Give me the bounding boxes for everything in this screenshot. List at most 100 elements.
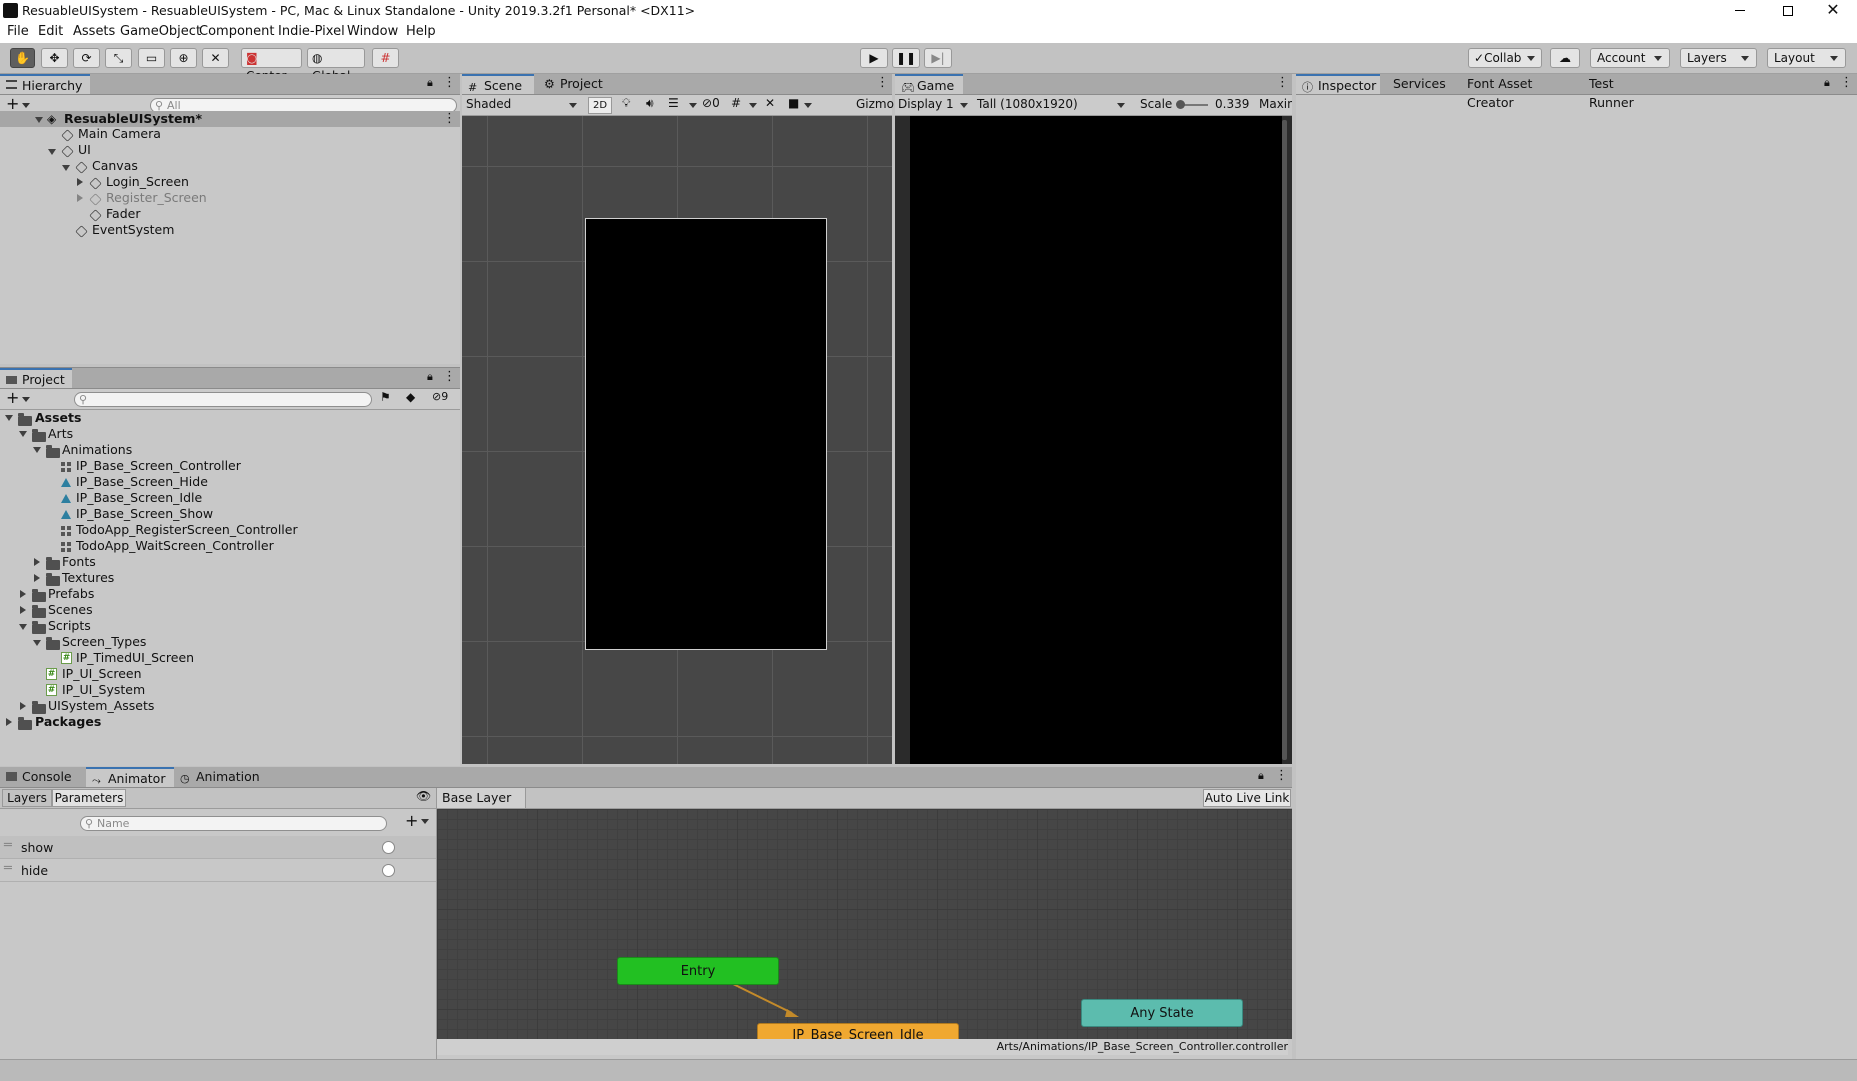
project-item-file[interactable]: IP_UI_System xyxy=(62,682,145,698)
tab-animation[interactable]: ◷ Animation xyxy=(174,767,264,787)
menu-gameobject[interactable]: GameObject xyxy=(120,24,201,39)
project-item-file[interactable]: TodoApp_WaitScreen_Controller xyxy=(76,538,274,554)
move-tool-button[interactable]: ✥ xyxy=(41,48,68,68)
menu-window[interactable]: Window xyxy=(347,24,398,39)
collapse-arrow-icon[interactable] xyxy=(34,574,40,582)
lock-icon[interactable]: 🔒︎ xyxy=(1258,769,1264,783)
rect-tool-button[interactable]: ▭ xyxy=(138,48,165,68)
tab-services[interactable]: Services xyxy=(1385,74,1455,94)
resolution-dropdown[interactable]: Tall (1080x1920) xyxy=(977,97,1129,111)
audio-icon[interactable]: 🔊︎ xyxy=(646,96,654,111)
project-item-file[interactable]: TodoApp_RegisterScreen_Controller xyxy=(76,522,298,538)
pivot-center-button[interactable]: ◙ Center xyxy=(241,48,302,83)
project-item-file[interactable]: IP_UI_Screen xyxy=(62,666,142,682)
grid-toggle-icon[interactable]: # xyxy=(731,96,741,110)
tab-game[interactable]: 🎮︎ Game xyxy=(895,74,963,94)
default-state-node[interactable]: IP_Base_Screen_Idle xyxy=(757,1023,959,1039)
hierarchy-item-login-screen[interactable]: Login_Screen xyxy=(106,174,189,190)
project-item-prefabs[interactable]: Prefabs xyxy=(48,586,94,602)
project-item-arts[interactable]: Arts xyxy=(48,426,73,442)
chevron-down-icon[interactable] xyxy=(689,103,697,108)
tab-scene[interactable]: # Scene xyxy=(462,74,534,94)
project-item-screen-types[interactable]: Screen_Types xyxy=(62,634,146,650)
hierarchy-item-canvas[interactable]: Canvas xyxy=(92,158,138,174)
account-dropdown[interactable]: Account xyxy=(1590,48,1670,68)
animator-graph[interactable]: Entry IP_Base_Screen_Idle Any State xyxy=(437,809,1292,1039)
hierarchy-item-ui[interactable]: UI xyxy=(78,142,91,158)
restore-button[interactable] xyxy=(1772,0,1802,22)
close-button[interactable]: ✕ xyxy=(1818,0,1848,22)
parameter-row[interactable]: ═ show xyxy=(0,836,436,859)
transform-tool-button[interactable]: ⊕ xyxy=(170,48,197,68)
breadcrumb-base-layer[interactable]: Base Layer xyxy=(437,788,527,808)
gizmos-dropdown[interactable]: Gizmo xyxy=(856,97,894,111)
menu-assets[interactable]: Assets xyxy=(73,24,115,39)
scene-menu-icon[interactable]: ⋮ xyxy=(443,111,456,126)
maximize-on-play-button[interactable]: Maxin xyxy=(1259,97,1292,111)
expand-arrow-icon[interactable] xyxy=(48,149,56,155)
hierarchy-item-main-camera[interactable]: Main Camera xyxy=(78,126,161,142)
parameter-name[interactable]: hide xyxy=(21,863,48,878)
menu-edit[interactable]: Edit xyxy=(38,24,63,39)
pause-button[interactable]: ❚❚ xyxy=(892,48,920,68)
expand-arrow-icon[interactable] xyxy=(19,624,27,630)
entry-node[interactable]: Entry xyxy=(617,957,779,985)
hierarchy-item-eventsystem[interactable]: EventSystem xyxy=(92,222,174,238)
global-space-button[interactable]: ◍ Global xyxy=(307,48,365,83)
collapse-arrow-icon[interactable] xyxy=(77,178,83,186)
scale-tool-button[interactable]: ⤡ xyxy=(105,48,132,68)
project-item-file[interactable]: IP_TimedUI_Screen xyxy=(76,650,194,666)
canvas-rect[interactable] xyxy=(585,218,827,650)
filter-label-icon[interactable]: ◆ xyxy=(406,390,415,404)
project-item-file[interactable]: IP_Base_Screen_Hide xyxy=(76,474,208,490)
drag-handle-icon[interactable]: ═ xyxy=(4,861,12,876)
menu-help[interactable]: Help xyxy=(406,24,436,39)
game-viewport[interactable] xyxy=(910,116,1282,764)
any-state-node[interactable]: Any State xyxy=(1081,999,1243,1027)
expand-arrow-icon[interactable] xyxy=(5,415,13,421)
lock-icon[interactable]: 🔒︎ xyxy=(427,76,433,90)
project-item-file[interactable]: IP_Base_Screen_Show xyxy=(76,506,213,522)
project-item-textures[interactable]: Textures xyxy=(62,570,114,586)
tab-parameters[interactable]: Parameters xyxy=(52,789,126,807)
layout-dropdown[interactable]: Layout xyxy=(1767,48,1846,68)
trigger-radio[interactable] xyxy=(382,864,395,877)
scale-slider[interactable] xyxy=(1176,100,1208,109)
rotate-tool-button[interactable]: ⟳ xyxy=(73,48,100,68)
expand-arrow-icon[interactable] xyxy=(35,117,43,123)
camera-icon[interactable]: ■ xyxy=(788,96,799,110)
chevron-down-icon[interactable] xyxy=(22,397,30,402)
tab-test-runner[interactable]: Test Runner xyxy=(1581,74,1666,110)
layers-dropdown[interactable]: Layers xyxy=(1680,48,1757,68)
tab-hierarchy[interactable]: Hierarchy xyxy=(0,74,90,94)
play-button[interactable]: ▶ xyxy=(860,48,888,68)
drag-handle-icon[interactable]: ═ xyxy=(4,838,12,853)
cloud-button[interactable]: ☁ xyxy=(1550,48,1580,68)
collapse-arrow-icon[interactable] xyxy=(6,718,12,726)
project-item-file[interactable]: IP_Base_Screen_Controller xyxy=(76,458,241,474)
tab-console[interactable]: Console xyxy=(0,767,82,787)
collapse-arrow-icon[interactable] xyxy=(34,558,40,566)
minimize-button[interactable] xyxy=(1725,0,1755,22)
kebab-menu-icon[interactable]: ⋮ xyxy=(876,75,889,90)
auto-live-link-button[interactable]: Auto Live Link xyxy=(1203,789,1291,807)
toggle-2d-button[interactable]: 2D xyxy=(588,97,612,114)
kebab-menu-icon[interactable]: ⋮ xyxy=(1276,75,1289,90)
project-item-fonts[interactable]: Fonts xyxy=(62,554,96,570)
tab-inspector[interactable]: ⓘ Inspector xyxy=(1296,74,1380,94)
tab-font-asset-creator[interactable]: Font Asset Creator xyxy=(1459,74,1577,110)
project-item-scripts[interactable]: Scripts xyxy=(48,618,91,634)
tab-animator[interactable]: ⤳ Animator xyxy=(86,767,174,787)
lock-icon[interactable]: 🔒︎ xyxy=(1824,76,1830,90)
lighting-icon[interactable]: 💡︎ xyxy=(622,96,630,111)
collapse-arrow-icon[interactable] xyxy=(20,702,26,710)
project-item-uisystem-assets[interactable]: UISystem_Assets xyxy=(48,698,154,714)
display-dropdown[interactable]: Display 1 xyxy=(898,97,970,111)
collapse-arrow-icon[interactable] xyxy=(77,194,83,202)
shading-mode-dropdown[interactable]: Shaded xyxy=(466,97,581,113)
project-item-packages[interactable]: Packages xyxy=(35,714,101,730)
project-item-scenes[interactable]: Scenes xyxy=(48,602,93,618)
project-item-assets[interactable]: Assets xyxy=(35,410,81,426)
add-parameter-icon[interactable]: + xyxy=(405,811,418,830)
hidden-packages-icon[interactable]: ⊘9 xyxy=(432,390,448,403)
